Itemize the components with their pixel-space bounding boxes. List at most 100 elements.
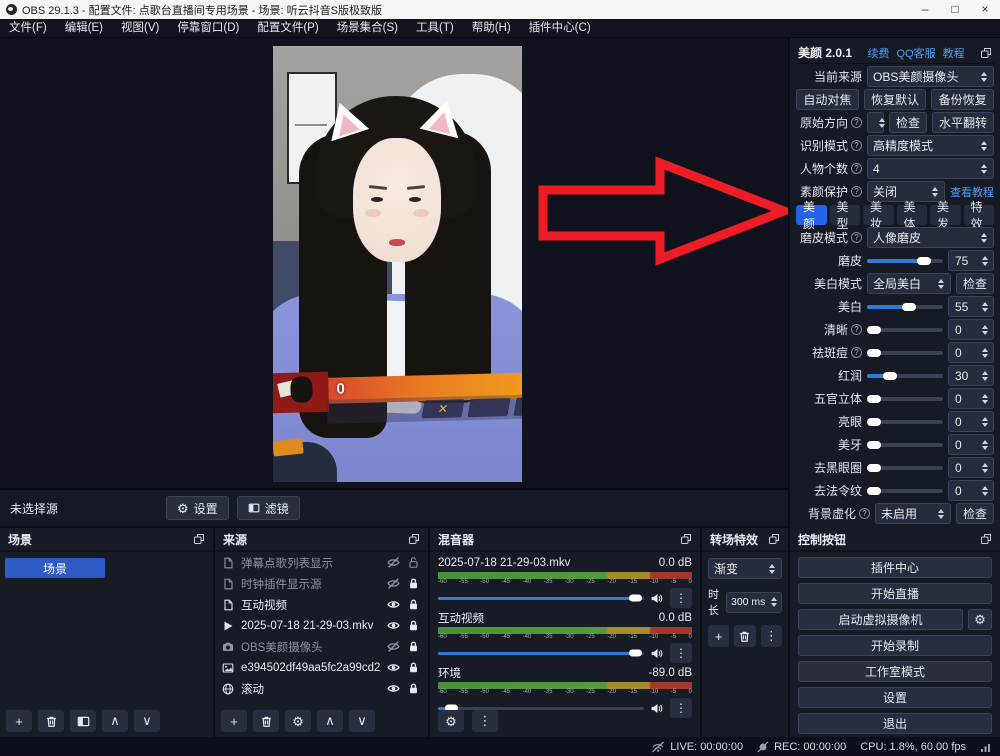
visibility-off-icon[interactable] [387, 556, 400, 569]
volume-slider[interactable] [438, 652, 644, 655]
start-recording-button[interactable]: 开始录制 [798, 635, 992, 656]
horizontal-flip-button[interactable]: 水平翻转 [932, 112, 994, 133]
volume-slider[interactable] [438, 597, 644, 600]
blemish-value-spinbox[interactable]: 0 [948, 342, 994, 363]
menu-help[interactable]: 帮助(H) [463, 19, 520, 38]
lock-icon[interactable] [407, 598, 420, 611]
tab-reshape[interactable]: 美型 [830, 205, 861, 225]
source-settings-button[interactable]: ⚙ 设置 [166, 496, 229, 520]
menu-file[interactable]: 文件(F) [0, 19, 56, 38]
source-move-up-button[interactable]: ∧ [317, 710, 343, 732]
tab-makeup[interactable]: 美妆 [863, 205, 894, 225]
lock-open-icon[interactable] [407, 556, 420, 569]
settings-button[interactable]: 设置 [798, 687, 992, 708]
help-icon[interactable] [851, 347, 862, 358]
menu-docks[interactable]: 停靠窗口(D) [168, 19, 248, 38]
clarity-value-spinbox[interactable]: 0 [948, 319, 994, 340]
plugin-center-button[interactable]: 插件中心 [798, 557, 992, 578]
clarity-slider[interactable] [867, 328, 943, 332]
source-row[interactable]: 时钟插件显示源 [215, 573, 428, 594]
maximize-button[interactable]: □ [940, 0, 970, 19]
source-row[interactable]: e394502df49aa5fc2a99cd2e7c [215, 657, 428, 678]
help-icon[interactable] [851, 186, 862, 197]
person-count-spinner[interactable]: 4 [867, 158, 994, 179]
help-icon[interactable] [859, 508, 870, 519]
menu-view[interactable]: 视图(V) [112, 19, 168, 38]
nasolabial-value-spinbox[interactable]: 0 [948, 480, 994, 501]
source-row[interactable]: 2025-07-18 21-29-03.mkv [215, 615, 428, 636]
transition-select[interactable]: 渐变 [708, 558, 782, 579]
help-icon[interactable] [851, 163, 862, 174]
source-move-down-button[interactable]: ∨ [349, 710, 375, 732]
source-row[interactable]: OBS美颜摄像头 [215, 636, 428, 657]
remove-transition-button[interactable] [734, 625, 755, 647]
menu-tools[interactable]: 工具(T) [407, 19, 463, 38]
channel-menu-button[interactable]: ⋮ [670, 588, 692, 608]
tab-effects[interactable]: 特效 [964, 205, 995, 225]
lock-icon[interactable] [407, 640, 420, 653]
help-icon[interactable] [851, 117, 862, 128]
scene-move-down-button[interactable]: ∨ [134, 710, 160, 732]
lock-icon[interactable] [407, 661, 420, 674]
remove-source-button[interactable] [253, 710, 279, 732]
whiten-check-button[interactable]: 检查 [956, 273, 994, 294]
smooth-mode-select[interactable]: 人像磨皮 [867, 227, 994, 248]
visibility-icon[interactable] [387, 682, 400, 695]
restore-default-button[interactable]: 恢复默认 [864, 89, 927, 110]
rosy-value-spinbox[interactable]: 30 [948, 365, 994, 386]
webcam-preview[interactable]: 0 ✕ [273, 46, 522, 482]
bright-eyes-slider[interactable] [867, 420, 943, 424]
backup-restore-button[interactable]: 备份恢复 [931, 89, 994, 110]
qq-support-link[interactable]: QQ客服 [896, 45, 935, 61]
mixer-settings-button[interactable]: ⚙ [438, 710, 464, 732]
background-blur-select[interactable]: 未启用 [875, 503, 951, 524]
remove-scene-button[interactable] [38, 710, 64, 732]
visibility-icon[interactable] [387, 619, 400, 632]
minimize-button[interactable]: – [910, 0, 940, 19]
close-button[interactable]: × [970, 0, 1000, 19]
duration-spinner[interactable]: 300 ms [726, 592, 782, 613]
source-filters-button[interactable]: 滤镜 [237, 496, 300, 520]
scene-item-selected[interactable]: 场景 [5, 558, 105, 578]
speaker-icon[interactable] [650, 702, 664, 715]
add-source-button[interactable]: + [221, 710, 247, 732]
exit-button[interactable]: 退出 [798, 713, 992, 734]
studio-mode-button[interactable]: 工作室模式 [798, 661, 992, 682]
help-icon[interactable] [851, 324, 862, 335]
tab-beauty[interactable]: 美颜 [796, 205, 827, 225]
popout-icon[interactable] [980, 47, 992, 59]
smooth-value-spinbox[interactable]: 75 [948, 250, 994, 271]
channel-menu-button[interactable]: ⋮ [670, 643, 692, 663]
dark-circles-value-spinbox[interactable]: 0 [948, 457, 994, 478]
dark-circles-slider[interactable] [867, 466, 943, 470]
rosy-slider[interactable] [867, 374, 943, 378]
virtual-camera-settings-button[interactable]: ⚙ [968, 609, 992, 630]
scene-filters-button[interactable] [70, 710, 96, 732]
renew-link[interactable]: 续费 [867, 45, 889, 61]
transition-menu-button[interactable]: ⋮ [761, 625, 782, 647]
popout-icon[interactable] [193, 533, 205, 545]
help-icon[interactable] [851, 232, 862, 243]
nasolabial-slider[interactable] [867, 489, 943, 493]
lock-icon[interactable] [407, 619, 420, 632]
features-slider[interactable] [867, 397, 943, 401]
visibility-icon[interactable] [387, 598, 400, 611]
mixer-menu-button[interactable]: ⋮ [472, 710, 498, 732]
popout-icon[interactable] [980, 533, 992, 545]
speaker-icon[interactable] [650, 592, 664, 605]
source-properties-button[interactable]: ⚙ [285, 710, 311, 732]
teeth-slider[interactable] [867, 443, 943, 447]
blemish-slider[interactable] [867, 351, 943, 355]
popout-icon[interactable] [768, 533, 780, 545]
speaker-icon[interactable] [650, 647, 664, 660]
visibility-icon[interactable] [387, 661, 400, 674]
tab-hair[interactable]: 美发 [930, 205, 961, 225]
orientation-check-button[interactable]: 检查 [889, 112, 927, 133]
source-row[interactable]: 滚动 [215, 678, 428, 699]
tutorial-link[interactable]: 教程 [943, 45, 965, 61]
lock-icon[interactable] [407, 577, 420, 590]
whiten-mode-select[interactable]: 全局美白 [867, 273, 951, 294]
whiten-value-spinbox[interactable]: 55 [948, 296, 994, 317]
popout-icon[interactable] [680, 533, 692, 545]
program-canvas[interactable]: 0 ✕ [0, 38, 788, 488]
